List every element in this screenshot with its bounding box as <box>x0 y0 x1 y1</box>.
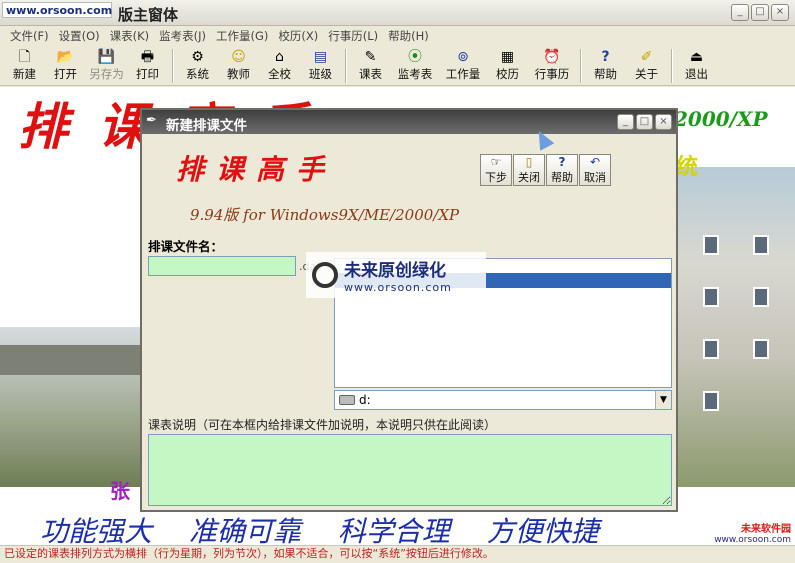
main-toolbar: 🗋 新建 📂 打开 💾 另存为 🖶 打印 ⚙ 系统 ☺ 教师 ⌂ 全校 ▤ 班级 ✎ 课表 ⦿ 监考… <box>0 46 795 86</box>
status-bar: 已设定的课表排列方式为横排（行为星期，列为节次），如果不适合，可以按“系统”按钮… <box>0 545 795 563</box>
class-button[interactable]: ▤ 班级 <box>300 46 341 84</box>
timetable-icon: ✎ <box>364 49 377 65</box>
smiley-icon: ☺ <box>231 49 246 65</box>
dialog-version: 9.94版 for Windows9X/ME/2000/XP <box>190 206 460 224</box>
cancel-button[interactable]: ↶ 取消 <box>579 154 611 186</box>
drive-value: d: <box>359 393 371 407</box>
teacher-button[interactable]: ☺ 教师 <box>218 46 259 84</box>
exit-icon: ⏏ <box>689 49 704 65</box>
background-photo-left <box>0 327 150 487</box>
menu-school-calendar[interactable]: 校历(X) <box>274 26 322 46</box>
dialog-close-button[interactable]: × <box>655 114 672 130</box>
workload-icon: ⊚ <box>457 49 469 65</box>
filename-label: 排课文件名： <box>148 239 224 254</box>
menu-help[interactable]: 帮助(H) <box>384 26 433 46</box>
next-hand-icon: ☞ <box>490 154 502 169</box>
menubar: 文件(F) 设置(O) 课表(K) 监考表(J) 工作量(G) 校历(X) 行事… <box>0 26 795 46</box>
about-button[interactable]: ✐ 关于 <box>626 46 667 84</box>
background-version: 2000/XP <box>674 107 768 131</box>
printer-icon: 🖶 <box>140 49 155 65</box>
description-label: 课表说明（可在本框内给排课文件加说明，本说明只供在此阅读） <box>148 418 497 432</box>
menu-agenda[interactable]: 行事历(L) <box>324 26 382 46</box>
toolbar-separator <box>580 49 581 83</box>
dialog-title: 新建排课文件 <box>166 118 247 134</box>
drive-icon <box>339 395 355 405</box>
agenda-button[interactable]: ⏰ 行事历 <box>528 46 576 84</box>
undo-icon: ↶ <box>589 154 601 169</box>
chevron-down-icon[interactable]: ▼ <box>655 391 671 409</box>
save-as-button[interactable]: 💾 另存为 <box>86 46 127 84</box>
whole-school-button[interactable]: ⌂ 全校 <box>259 46 300 84</box>
watermark-logo-icon <box>312 262 338 288</box>
help-button[interactable]: ? 帮助 <box>585 46 626 84</box>
drive-select[interactable]: d: ▼ <box>334 390 672 410</box>
dialog-toolbar: ☞ 下步 ▯ 关闭 ? 帮助 ↶ 取消 <box>480 154 611 186</box>
close-button[interactable]: × <box>771 4 789 21</box>
system-button[interactable]: ⚙ 系统 <box>177 46 218 84</box>
calendar-icon: ▦ <box>500 49 515 65</box>
toolbar-separator <box>671 49 672 83</box>
save-icon: 💾 <box>97 49 116 65</box>
new-button[interactable]: 🗋 新建 <box>4 46 45 84</box>
maximize-button[interactable]: □ <box>751 4 769 21</box>
next-step-button[interactable]: ☞ 下步 <box>480 154 512 186</box>
dialog-pen-icon: ✒ <box>146 113 157 128</box>
description-textarea[interactable] <box>148 434 672 506</box>
close-door-icon: ▯ <box>525 154 533 169</box>
dialog-heading: 排课高手 <box>176 153 337 186</box>
print-button[interactable]: 🖶 打印 <box>127 46 168 84</box>
exit-button[interactable]: ⏏ 退出 <box>676 46 717 84</box>
traffic-light-icon: ⦿ <box>408 49 422 65</box>
about-icon: ✐ <box>640 49 653 65</box>
workload-button[interactable]: ⊚ 工作量 <box>439 46 487 84</box>
help-icon: ? <box>601 49 610 65</box>
toolbar-separator <box>345 49 346 83</box>
watermark-top-left: www.orsoon.com <box>2 2 112 18</box>
watermark-bottom-right: 未来软件园 www.orsoon.com <box>691 525 791 545</box>
open-folder-icon: 📂 <box>56 49 75 65</box>
close-dialog-button[interactable]: ▯ 关闭 <box>513 154 545 186</box>
watermark-center: 未来原创绿化 www.orsoon.com <box>306 252 486 298</box>
new-file-icon: 🗋 <box>18 49 31 65</box>
dialog-titlebar[interactable]: ✒ 新建排课文件 _ □ × <box>142 110 676 134</box>
class-icon: ▤ <box>313 49 328 65</box>
timetable-button[interactable]: ✎ 课表 <box>350 46 391 84</box>
new-file-dialog: ✒ 新建排课文件 _ □ × 排课高手 9.94版 for Windows9X/… <box>140 108 678 512</box>
school-calendar-button[interactable]: ▦ 校历 <box>487 46 528 84</box>
background-slogan: 功能强大 准确可靠 科学合理 方便快捷 <box>40 515 599 545</box>
menu-workload[interactable]: 工作量(G) <box>212 26 272 46</box>
school-icon: ⌂ <box>275 49 284 65</box>
background-yellow-text: 统 <box>676 155 699 180</box>
dialog-maximize-button[interactable]: □ <box>636 114 653 130</box>
open-button[interactable]: 📂 打开 <box>45 46 86 84</box>
dialog-help-button[interactable]: ? 帮助 <box>546 154 578 186</box>
filename-input[interactable] <box>148 256 296 276</box>
minimize-button[interactable]: _ <box>731 4 749 21</box>
exam-schedule-button[interactable]: ⦿ 监考表 <box>391 46 439 84</box>
toolbar-separator <box>172 49 173 83</box>
main-window-title: 版主窗体 <box>118 6 179 24</box>
tools-icon: ⚙ <box>191 49 204 65</box>
left-pane <box>148 280 334 410</box>
main-titlebar: www.orsoon.com 版主窗体 _ □ × <box>0 0 795 26</box>
menu-settings[interactable]: 设置(O) <box>55 26 104 46</box>
alarm-clock-icon: ⏰ <box>543 49 561 65</box>
help-book-icon: ? <box>558 154 566 169</box>
menu-timetable[interactable]: 课表(K) <box>106 26 154 46</box>
menu-file[interactable]: 文件(F) <box>6 26 53 46</box>
menu-exam-schedule[interactable]: 监考表(J) <box>155 26 210 46</box>
background-purple-text: 张 <box>110 479 130 503</box>
dialog-minimize-button[interactable]: _ <box>617 114 634 130</box>
